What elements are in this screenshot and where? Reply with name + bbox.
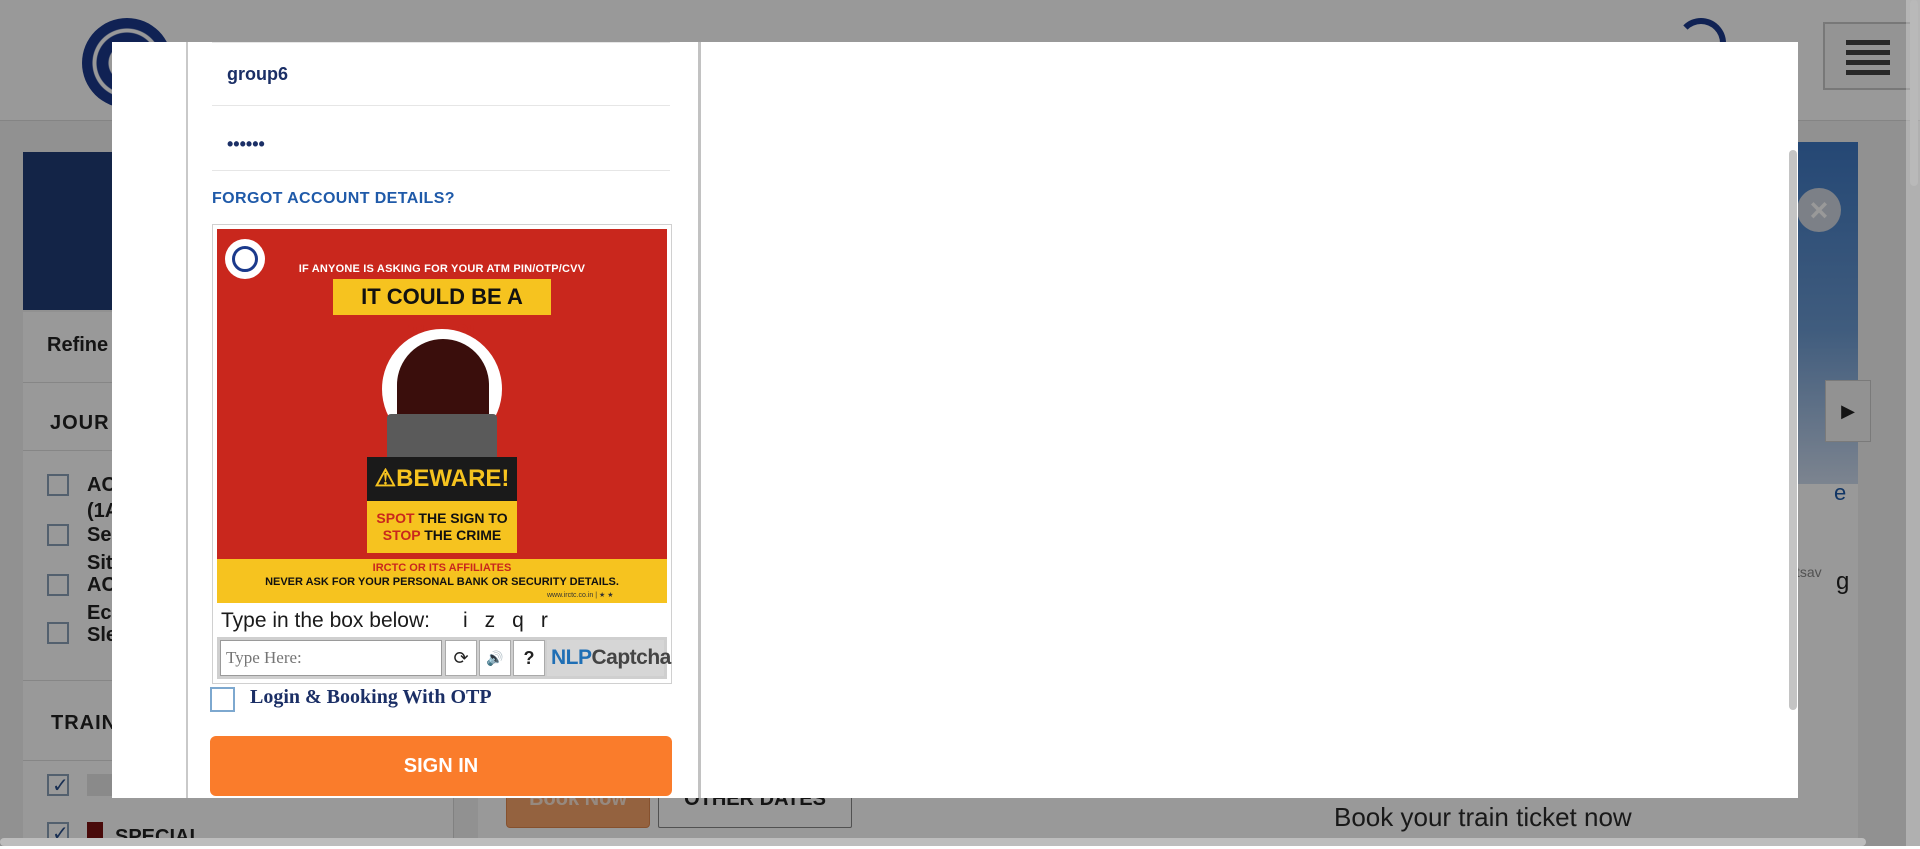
ad-disclaimer-line: NEVER ASK FOR YOUR PERSONAL BANK OR SECU…	[265, 576, 619, 588]
captcha-ad-banner: IF ANYONE IS ASKING FOR YOUR ATM PIN/OTP…	[217, 229, 667, 603]
refresh-icon[interactable]: ⟳	[445, 640, 477, 676]
login-modal: FORGOT ACCOUNT DETAILS? IF ANYONE IS ASK…	[112, 42, 1798, 798]
ad-url: www.irctc.co.in | ★ ★	[547, 592, 614, 599]
horizontal-scrollbar[interactable]	[0, 838, 1866, 846]
ad-slogan-emphasis: SPOT	[376, 510, 415, 526]
ad-affiliates-line: IRCTC OR ITS AFFILIATES	[372, 562, 512, 574]
otp-login-checkbox[interactable]	[210, 687, 235, 712]
page-scrollbar-thumb[interactable]	[1910, 0, 1918, 186]
ad-headline-text: IT COULD BE A	[361, 284, 523, 309]
ad-warning-line: IF ANYONE IS ASKING FOR YOUR ATM PIN/OTP…	[298, 263, 586, 275]
captcha-challenge-text: izqr	[463, 609, 565, 632]
help-icon[interactable]: ?	[513, 640, 545, 676]
forgot-account-details-link[interactable]: FORGOT ACCOUNT DETAILS?	[212, 190, 455, 208]
ad-slogan-text: THE SIGN TO	[414, 510, 508, 526]
nlpcaptcha-logo: NLPCaptcha	[547, 640, 671, 676]
sign-in-button[interactable]: SIGN IN	[210, 736, 672, 796]
audio-icon[interactable]: 🔊	[479, 640, 511, 676]
captcha-widget: IF ANYONE IS ASKING FOR YOUR ATM PIN/OTP…	[212, 224, 672, 684]
ad-slogan-emphasis: STOP	[382, 527, 421, 543]
captcha-prompt: Type in the box below:	[221, 609, 430, 632]
ad-headline: IT COULD BE A TRAP!	[333, 279, 551, 345]
beware-badge: ⚠BEWARE!	[367, 457, 517, 501]
modal-scrollbar-thumb[interactable]	[1789, 150, 1797, 710]
username-input[interactable]	[212, 43, 670, 105]
ad-slogan-text: THE CRIME	[420, 527, 502, 543]
otp-login-label[interactable]: Login & Booking With OTP	[250, 686, 492, 709]
password-input[interactable]	[212, 118, 670, 170]
captcha-controls: ⟳ 🔊 ? NLPCaptcha	[217, 637, 671, 679]
ad-slogan: SPOT THE SIGN TO STOP THE CRIME	[367, 501, 517, 553]
username-field[interactable]	[212, 42, 670, 106]
captcha-logo-text: Captcha	[591, 646, 672, 669]
captcha-input[interactable]	[220, 640, 442, 676]
login-form-panel: FORGOT ACCOUNT DETAILS? IF ANYONE IS ASK…	[186, 42, 701, 798]
password-field[interactable]	[212, 118, 670, 171]
nlp-logo-text: NLP	[551, 646, 592, 669]
